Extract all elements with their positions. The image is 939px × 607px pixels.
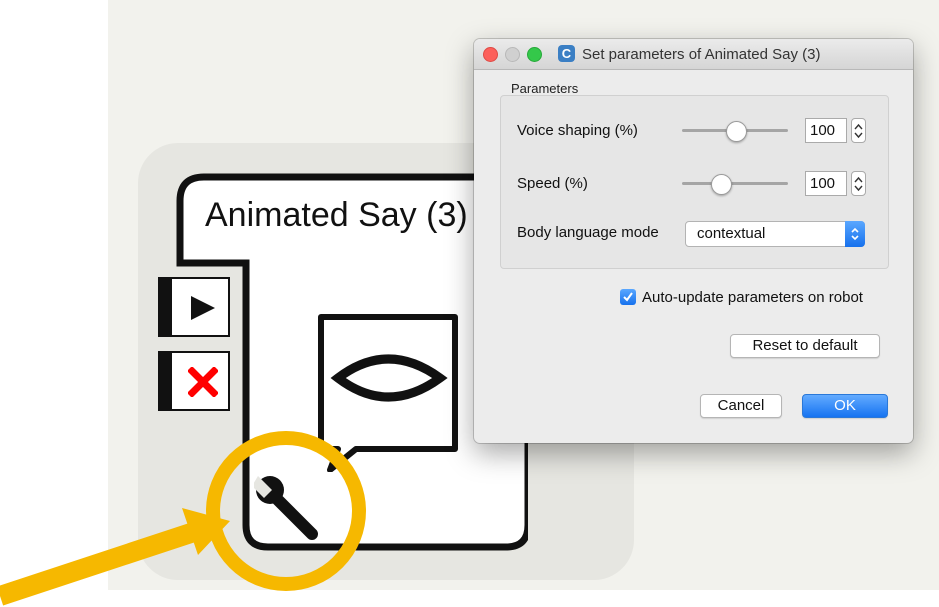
body-language-label: Body language mode <box>517 224 659 241</box>
voice-shaping-slider-knob[interactable] <box>726 121 747 142</box>
checkmark-icon <box>623 292 633 302</box>
wrench-icon[interactable] <box>254 472 324 542</box>
body-language-select[interactable]: contextual <box>685 221 865 247</box>
dialog-titlebar[interactable]: C Set parameters of Animated Say (3) <box>474 39 913 70</box>
select-arrow[interactable] <box>845 221 865 247</box>
parameters-group-label: Parameters <box>511 81 579 96</box>
stop-button[interactable] <box>158 351 230 411</box>
play-button[interactable] <box>158 277 230 337</box>
app-icon: C <box>558 45 575 62</box>
red-x-icon <box>188 367 218 397</box>
cancel-button[interactable]: Cancel <box>700 394 782 418</box>
dialog-title: Set parameters of Animated Say (3) <box>582 46 821 63</box>
box-title: Animated Say (3) <box>205 196 468 234</box>
play-icon <box>191 296 215 320</box>
close-window-button[interactable] <box>483 47 498 62</box>
set-parameters-dialog: C Set parameters of Animated Say (3) Par… <box>474 39 913 443</box>
auto-update-checkbox[interactable] <box>620 289 636 305</box>
minimize-window-button[interactable] <box>505 47 520 62</box>
speed-label: Speed (%) <box>517 175 588 192</box>
ok-button[interactable]: OK <box>802 394 888 418</box>
stepper-arrows-icon <box>854 123 863 139</box>
reset-to-default-button[interactable]: Reset to default <box>730 334 880 358</box>
body-language-selected: contextual <box>697 225 766 242</box>
auto-update-label: Auto-update parameters on robot <box>642 289 863 306</box>
speed-input[interactable]: 100 <box>805 171 847 196</box>
speed-slider-track[interactable] <box>682 182 788 185</box>
voice-shaping-input[interactable]: 100 <box>805 118 847 143</box>
voice-shaping-stepper[interactable] <box>851 118 866 143</box>
stepper-arrows-icon <box>854 176 863 192</box>
speed-stepper[interactable] <box>851 171 866 196</box>
speed-slider-knob[interactable] <box>711 174 732 195</box>
chevron-updown-icon <box>851 227 859 241</box>
maximize-window-button[interactable] <box>527 47 542 62</box>
speech-bubble-lips-icon <box>318 314 458 472</box>
voice-shaping-label: Voice shaping (%) <box>517 122 638 139</box>
